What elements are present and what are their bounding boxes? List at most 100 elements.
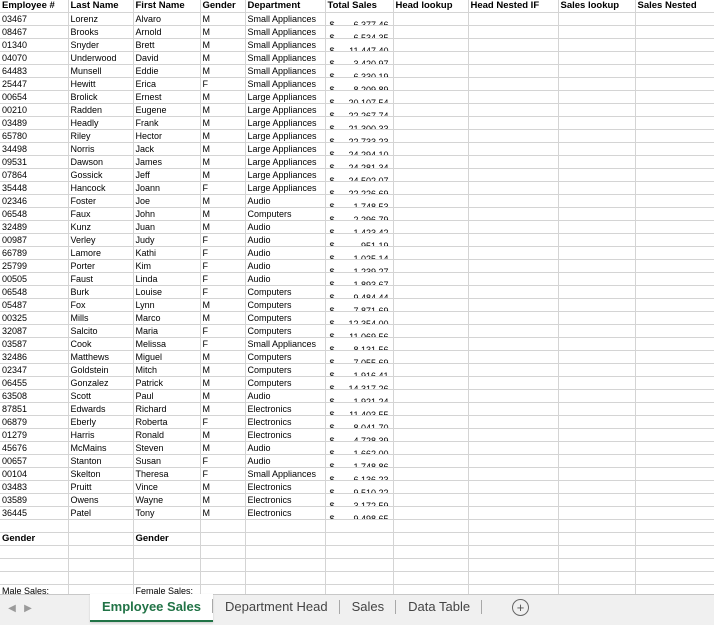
cell[interactable]: F [200,337,246,351]
cell[interactable]: Headly [68,116,134,130]
cell[interactable]: Dawson [68,155,134,169]
cell[interactable]: 09531 [0,155,69,169]
empty-cell[interactable] [558,571,636,585]
cell[interactable]: Goldstein [68,363,134,377]
cell[interactable]: Maria [133,324,201,338]
cell[interactable]: 03467 [0,12,69,26]
empty-cell[interactable] [635,467,714,481]
cell[interactable]: 06548 [0,285,69,299]
empty-cell[interactable] [558,311,636,325]
cell[interactable]: Large Appliances [245,129,326,143]
cell[interactable]: 02347 [0,363,69,377]
cell[interactable]: Small Appliances [245,467,326,481]
cell[interactable]: Kathi [133,246,201,260]
cell[interactable]: Fox [68,298,134,312]
empty-cell[interactable] [558,64,636,78]
cell[interactable]: Electronics [245,493,326,507]
empty-cell[interactable] [393,428,469,442]
total-sales-cell[interactable]: $1,423.42 [325,220,394,234]
cell[interactable]: Kim [133,259,201,273]
total-sales-cell[interactable]: $1,916.41 [325,363,394,377]
cell[interactable]: M [200,64,246,78]
tab-sales[interactable]: Sales [340,595,397,619]
total-sales-cell[interactable]: $7,055.69 [325,350,394,364]
empty-cell[interactable] [558,233,636,247]
empty-cell[interactable] [393,441,469,455]
gender-label[interactable]: Gender [0,532,69,546]
empty-cell[interactable] [200,545,246,559]
empty-cell[interactable] [200,519,246,533]
cell[interactable]: M [200,350,246,364]
empty-cell[interactable] [468,246,559,260]
cell[interactable]: F [200,246,246,260]
cell[interactable]: F [200,181,246,195]
empty-cell[interactable] [635,207,714,221]
cell[interactable]: 34498 [0,142,69,156]
cell[interactable]: F [200,259,246,273]
empty-cell[interactable] [393,532,469,546]
empty-cell[interactable] [558,337,636,351]
column-header[interactable]: Head Nested IF [468,0,559,13]
empty-cell[interactable] [635,181,714,195]
empty-cell[interactable] [468,363,559,377]
empty-cell[interactable] [468,480,559,494]
cell[interactable]: 32486 [0,350,69,364]
cell[interactable]: F [200,272,246,286]
empty-cell[interactable] [558,246,636,260]
empty-cell[interactable] [133,571,201,585]
cell[interactable]: Vince [133,480,201,494]
empty-cell[interactable] [635,545,714,559]
empty-cell[interactable] [393,233,469,247]
empty-cell[interactable] [393,155,469,169]
empty-cell[interactable] [0,545,69,559]
column-header[interactable]: Department [245,0,326,13]
empty-cell[interactable] [68,519,134,533]
cell[interactable]: Alvaro [133,12,201,26]
empty-cell[interactable] [468,467,559,481]
empty-cell[interactable] [468,116,559,130]
empty-cell[interactable] [558,51,636,65]
empty-cell[interactable] [558,259,636,273]
total-sales-cell[interactable]: $1,893.67 [325,272,394,286]
empty-cell[interactable] [393,38,469,52]
empty-cell[interactable] [393,493,469,507]
empty-cell[interactable] [245,571,326,585]
cell[interactable]: 36445 [0,506,69,520]
cell[interactable]: Audio [245,389,326,403]
empty-cell[interactable] [393,545,469,559]
cell[interactable]: Harris [68,428,134,442]
empty-cell[interactable] [635,285,714,299]
cell[interactable]: Audio [245,441,326,455]
empty-cell[interactable] [393,90,469,104]
empty-cell[interactable] [325,558,394,572]
cell[interactable]: 65780 [0,129,69,143]
cell[interactable]: Audio [245,272,326,286]
empty-cell[interactable] [468,389,559,403]
cell[interactable]: 03483 [0,480,69,494]
empty-cell[interactable] [325,584,394,594]
cell[interactable]: M [200,480,246,494]
cell[interactable]: 00210 [0,103,69,117]
empty-cell[interactable] [635,493,714,507]
empty-cell[interactable] [635,12,714,26]
total-sales-cell[interactable]: $14,317.26 [325,376,394,390]
cell[interactable]: Susan [133,454,201,468]
cell[interactable]: 87851 [0,402,69,416]
cell[interactable]: Hewitt [68,77,134,91]
total-sales-cell[interactable]: $22,267.74 [325,103,394,117]
empty-cell[interactable] [468,493,559,507]
empty-cell[interactable] [558,506,636,520]
empty-cell[interactable] [635,51,714,65]
cell[interactable]: 35448 [0,181,69,195]
cell[interactable]: Marco [133,311,201,325]
cell[interactable]: Gonzalez [68,376,134,390]
empty-cell[interactable] [558,285,636,299]
empty-cell[interactable] [200,558,246,572]
cell[interactable]: Lynn [133,298,201,312]
empty-cell[interactable] [133,545,201,559]
cell[interactable]: Salcito [68,324,134,338]
cell[interactable]: F [200,415,246,429]
cell[interactable]: Electronics [245,402,326,416]
column-header[interactable]: Gender [200,0,246,13]
empty-cell[interactable] [558,532,636,546]
